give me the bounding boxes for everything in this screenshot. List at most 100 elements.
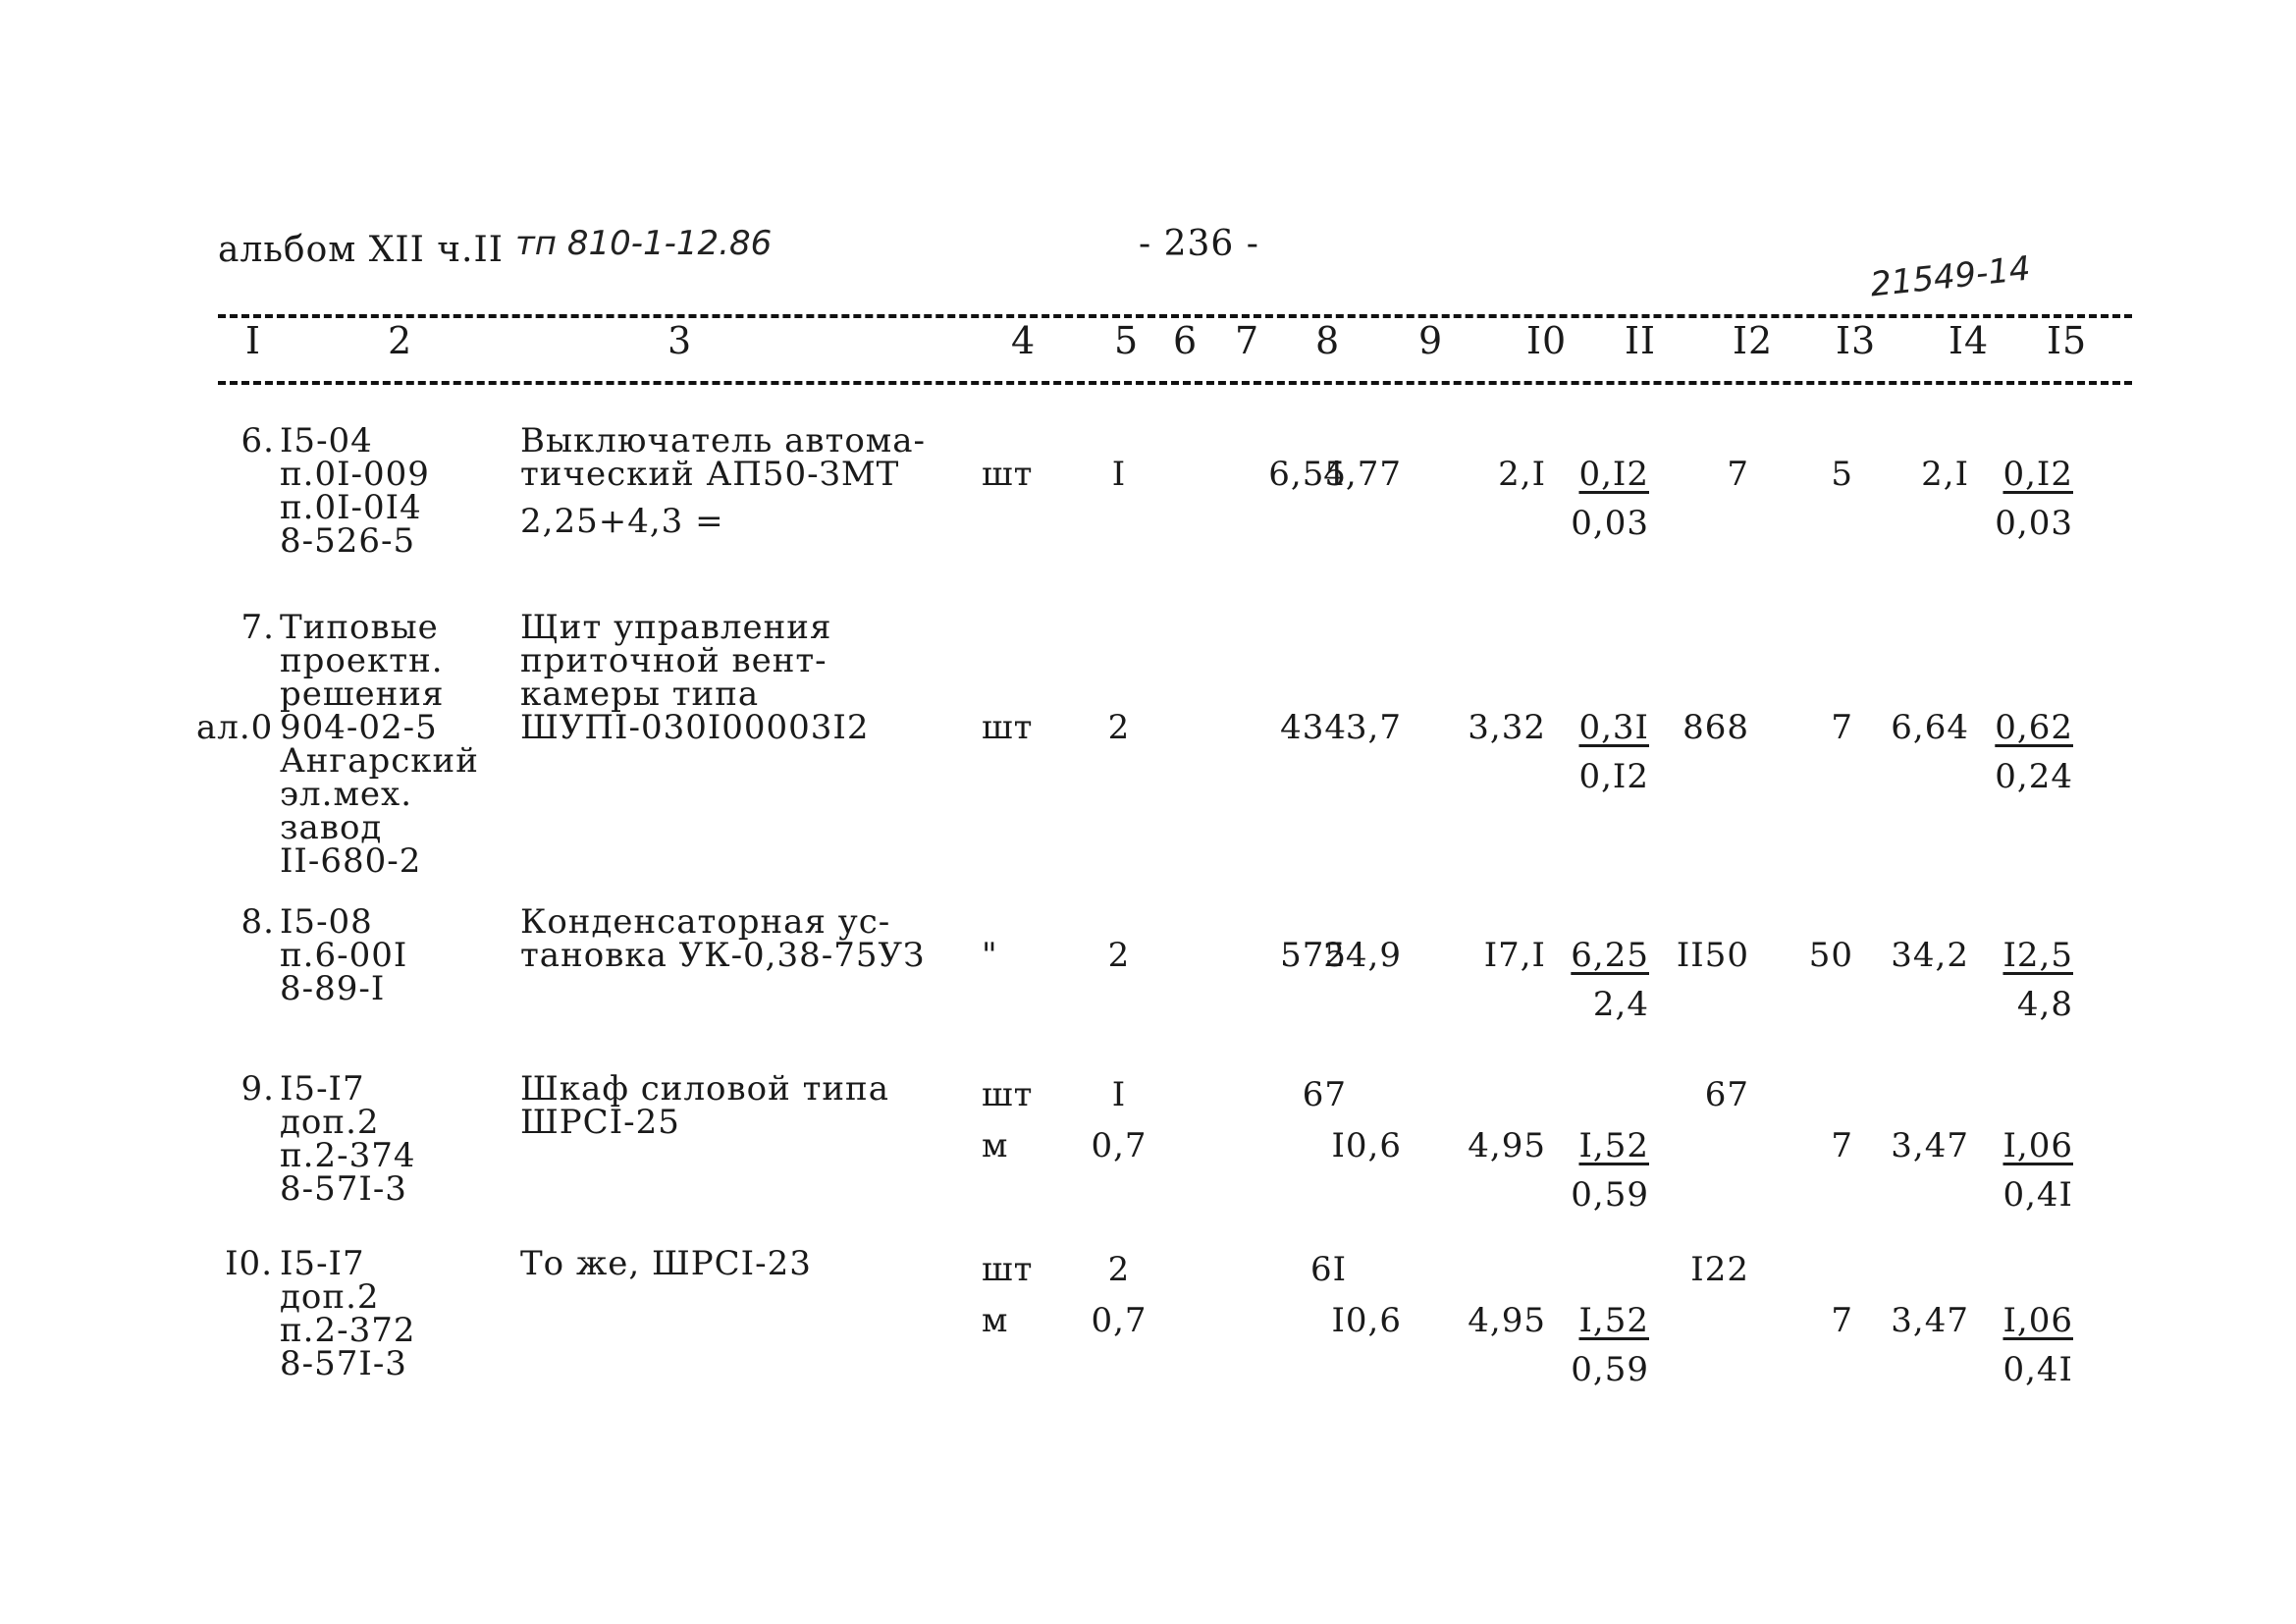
- cell-c11-numerator: 6,25: [1571, 936, 1649, 975]
- unit: шт: [982, 455, 1034, 494]
- column-header: 7: [1235, 319, 1260, 362]
- cell-c9: 3,7: [1345, 708, 1402, 747]
- column-header: I0: [1526, 319, 1568, 362]
- cell-c11-denominator: 0,I2: [1578, 757, 1649, 796]
- quantity: 2: [1107, 936, 1131, 975]
- cell-c15-numerator: I2,5: [2002, 936, 2073, 975]
- cell-c15-denominator: 0,03: [1995, 504, 2073, 543]
- reference-line: 8-57I-3: [280, 1344, 407, 1383]
- header-top-divider: [218, 314, 2132, 318]
- cell-c14: 34,2: [1891, 936, 1969, 975]
- cell-c12: 868: [1682, 708, 1749, 747]
- cell-c11-denominator: 0,59: [1571, 1175, 1649, 1215]
- reference-line: 8-89-I: [280, 969, 386, 1008]
- item-name-line: Выключатель автома-: [520, 421, 926, 460]
- side-note: ал.0: [196, 708, 274, 747]
- reference-line: п.0I-009: [280, 455, 430, 494]
- cell-c13: 7: [1831, 708, 1853, 747]
- cell-c10: I7,I: [1483, 936, 1546, 975]
- cell-c15-numerator: 0,I2: [2002, 455, 2073, 494]
- cell-c9: 24,9: [1323, 936, 1402, 975]
- column-header: I4: [1949, 319, 1990, 362]
- item-name-line: Конденсаторная ус-: [520, 902, 891, 942]
- album-label: альбом XII ч.II: [218, 230, 504, 270]
- cell-c10: 3,32: [1468, 708, 1546, 747]
- project-code-handwritten: тп 810-1-12.86: [515, 224, 773, 263]
- cell-c11-denominator: 2,4: [1592, 985, 1649, 1024]
- reference-line: доп.2: [280, 1103, 380, 1142]
- column-header: 5: [1114, 319, 1140, 362]
- row-number: 9.: [240, 1069, 275, 1109]
- column-header: 6: [1173, 319, 1199, 362]
- column-header: I5: [2047, 319, 2088, 362]
- column-header: 2: [388, 319, 413, 362]
- cell-c14: 6,64: [1891, 708, 1969, 747]
- reference-line: проектн.: [280, 641, 444, 680]
- column-header: 8: [1315, 319, 1341, 362]
- reference-line: эл.мех.: [280, 775, 412, 814]
- cell-c15-numerator: I,06: [2002, 1301, 2073, 1340]
- cell-c14: 3,47: [1891, 1301, 1969, 1340]
- unit: м: [982, 1301, 1009, 1340]
- row-number: 7.: [240, 608, 275, 647]
- item-name-line: То же, ШРСI-23: [520, 1244, 812, 1283]
- cell-c12: II50: [1676, 936, 1749, 975]
- cell-c13: 50: [1808, 936, 1853, 975]
- cell-c9: I0,6: [1331, 1301, 1402, 1340]
- cell-c15-numerator: I,06: [2002, 1126, 2073, 1165]
- cell-c12: I22: [1690, 1250, 1749, 1289]
- cell-c8: 67: [1302, 1075, 1347, 1114]
- reference-line: I5-04: [280, 421, 373, 460]
- quantity: 2: [1107, 708, 1131, 747]
- unit: м: [982, 1126, 1009, 1165]
- cell-c12: 67: [1704, 1075, 1749, 1114]
- item-name-line: Щит управления: [520, 608, 832, 647]
- column-header: II: [1625, 319, 1657, 362]
- reference-line: доп.2: [280, 1277, 380, 1317]
- reference-line: 8-57I-3: [280, 1169, 407, 1209]
- item-name-line: Шкаф силовой типа: [520, 1069, 889, 1109]
- column-header: I3: [1836, 319, 1877, 362]
- cell-c10: 4,95: [1468, 1126, 1546, 1165]
- cell-c10: 2,I: [1498, 455, 1546, 494]
- cell-c13: 7: [1831, 1126, 1853, 1165]
- row-number: 8.: [240, 902, 275, 942]
- cell-c11-denominator: 0,03: [1571, 504, 1649, 543]
- quantity: 0,7: [1091, 1301, 1148, 1340]
- column-header: I: [245, 319, 262, 362]
- reference-line: Типовые: [280, 608, 439, 647]
- column-header: 4: [1011, 319, 1037, 362]
- page-number: - 236 -: [1139, 224, 1259, 264]
- column-header: 9: [1418, 319, 1444, 362]
- cell-c13: 5: [1831, 455, 1853, 494]
- cell-c12: 7: [1727, 455, 1749, 494]
- cell-c15-denominator: 0,24: [1995, 757, 2073, 796]
- unit: шт: [982, 708, 1034, 747]
- cell-c8: 6I: [1309, 1250, 1347, 1289]
- header-bottom-divider: [218, 381, 2132, 385]
- row-number: I0.: [225, 1244, 273, 1283]
- cell-c11-numerator: I,52: [1578, 1301, 1649, 1340]
- cell-c11-numerator: 0,3I: [1578, 708, 1649, 747]
- reference-line: п.2-372: [280, 1311, 416, 1350]
- cell-c15-denominator: 0,4I: [2002, 1350, 2073, 1389]
- cell-c9: I0,6: [1331, 1126, 1402, 1165]
- reference-line: п.6-00I: [280, 936, 408, 975]
- cell-c11-numerator: 0,I2: [1578, 455, 1649, 494]
- reference-line: I5-I7: [280, 1244, 365, 1283]
- reference-line: Ангарский: [280, 741, 479, 781]
- item-name-formula: 2,25+4,3 =: [520, 502, 724, 541]
- quantity: I: [1111, 455, 1127, 494]
- stamp-number-handwritten: 21549-14: [1868, 248, 2033, 305]
- reference-line: I5-I7: [280, 1069, 365, 1109]
- cell-c14: 3,47: [1891, 1126, 1969, 1165]
- cell-c15-denominator: 0,4I: [2002, 1175, 2073, 1215]
- cell-c11-denominator: 0,59: [1571, 1350, 1649, 1389]
- quantity: 0,7: [1091, 1126, 1148, 1165]
- cell-c15-numerator: 0,62: [1995, 708, 2073, 747]
- cell-c13: 7: [1831, 1301, 1853, 1340]
- reference-line: решения: [280, 675, 445, 714]
- quantity: I: [1111, 1075, 1127, 1114]
- reference-line: I5-08: [280, 902, 373, 942]
- reference-line: II-680-2: [280, 841, 422, 881]
